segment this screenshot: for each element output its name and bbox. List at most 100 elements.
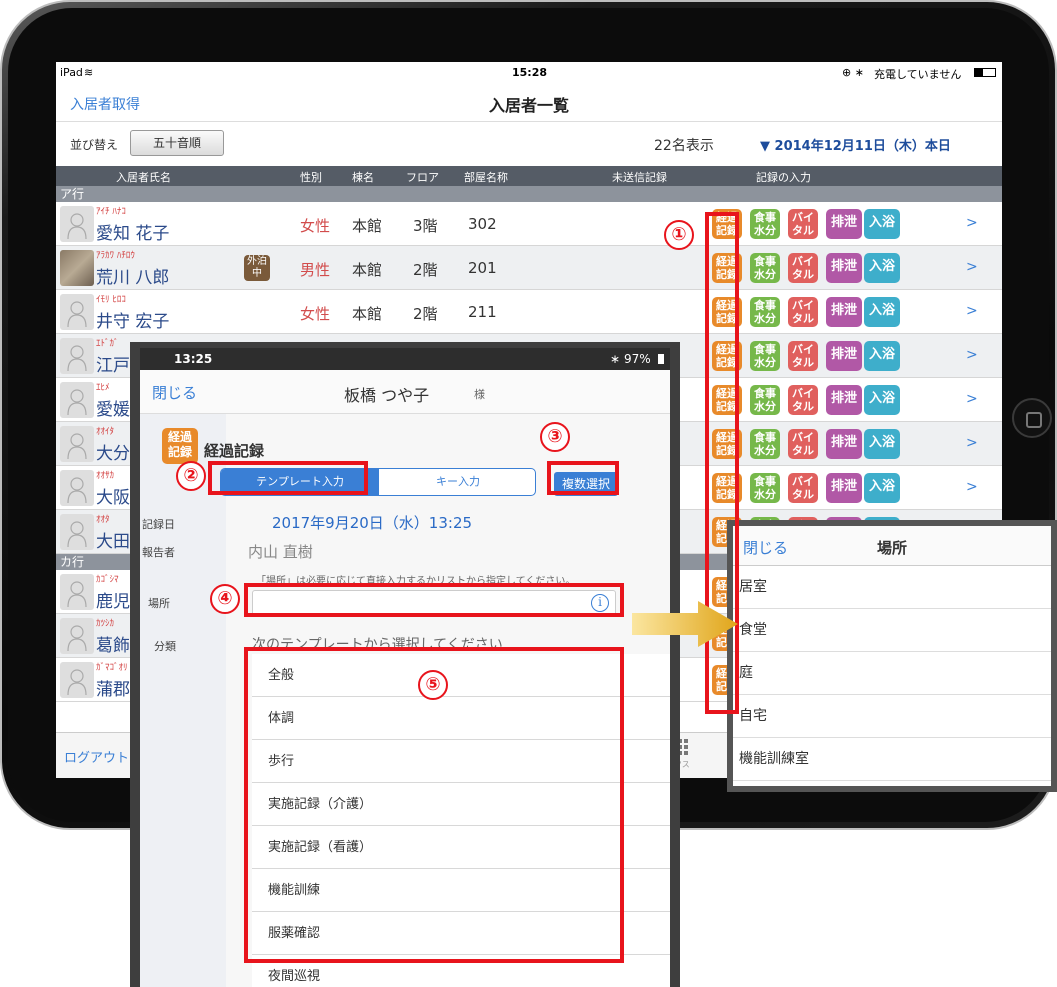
resident-room: 201	[468, 259, 497, 277]
vital-button[interactable]: バイタル	[788, 429, 818, 459]
vital-button[interactable]: バイタル	[788, 209, 818, 239]
sort-button[interactable]: 五十音順	[130, 130, 224, 156]
place-item[interactable]: 食堂	[733, 609, 1051, 652]
avatar	[60, 338, 94, 374]
annotation-box-2	[208, 461, 368, 495]
bathing-button[interactable]: 入浴	[864, 209, 900, 239]
reporter-label: 報告者	[142, 546, 175, 559]
meal-water-button[interactable]: 食事水分	[750, 297, 780, 327]
vital-button[interactable]: バイタル	[788, 473, 818, 503]
place-picker: 閉じる 場所 居室 食堂庭自宅 機能訓練室	[727, 520, 1057, 792]
excretion-button[interactable]: 排泄	[826, 253, 862, 283]
status-time: 15:28	[512, 66, 548, 79]
excretion-button[interactable]: 排泄	[826, 473, 862, 503]
excretion-button[interactable]: 排泄	[826, 209, 862, 239]
place-label: 場所	[148, 597, 170, 610]
bathing-button[interactable]: 入浴	[864, 341, 900, 371]
col-building: 棟名	[352, 171, 374, 184]
sort-bar: 並び替え 五十音順 22名表示 ▼ 2014年12月11日（木）本日	[56, 122, 1002, 166]
table-row[interactable]: ｱｲﾁ ﾊﾅｺ 愛知 花子 女性 本館 3階 302 経過 記録 食事 水分 バイ タル 排泄 入浴 >	[56, 202, 1002, 246]
resident-kana: ｱｲﾁ ﾊﾅｺ	[96, 207, 126, 217]
chevron-right-icon[interactable]: >	[966, 303, 978, 319]
meal-water-button[interactable]: 食事水分	[750, 341, 780, 371]
meal-water-button[interactable]: 食事水分	[750, 473, 780, 503]
place-item[interactable]: 自宅	[733, 695, 1051, 738]
bathing-button[interactable]: 入浴	[864, 473, 900, 503]
table-header: 入居者氏名 性別 棟名 フロア 部屋名称 未送信記録 記録の入力	[56, 166, 1002, 186]
excretion-button[interactable]: 排泄	[826, 429, 862, 459]
resident-building: 本館	[352, 261, 383, 279]
vital-button[interactable]: バイタル	[788, 297, 818, 327]
record-date-label: 記録日	[142, 518, 175, 531]
resident-kana: ｱﾗｶﾜ ﾊﾁﾛｳ	[96, 251, 135, 261]
resident-building: 本館	[352, 305, 383, 323]
avatar	[60, 662, 94, 698]
avatar	[60, 206, 94, 242]
resident-floor: 2階	[413, 261, 438, 279]
table-row[interactable]: ｲﾓﾘ ﾋﾛｺ 井守 宏子 女性 本館 2階 211 経過 記録 食事 水分 バイ タル 排泄 入浴 >	[56, 290, 1002, 334]
annotation-box-3	[547, 461, 619, 495]
resident-building: 本館	[352, 217, 383, 235]
excretion-button[interactable]: 排泄	[826, 385, 862, 415]
annotation-number-2: ②	[176, 461, 206, 491]
record-date-value[interactable]: 2017年9月20日（水）13:25	[272, 512, 472, 533]
place-item[interactable]: 居室	[733, 566, 1051, 609]
bluetooth-icon: ⊕ ∗	[842, 66, 864, 79]
date-selector[interactable]: ▼ 2014年12月11日（木）本日	[760, 135, 951, 154]
col-unsent: 未送信記録	[612, 171, 667, 184]
patient-honorific: 様	[474, 388, 485, 401]
chevron-right-icon[interactable]: >	[966, 435, 978, 451]
page-title: 入居者一覧	[488, 96, 569, 115]
chevron-right-icon[interactable]: >	[966, 215, 978, 231]
chevron-right-icon[interactable]: >	[966, 347, 978, 363]
meal-water-button[interactable]: 食事水分	[750, 253, 780, 283]
vital-button[interactable]: バイタル	[788, 385, 818, 415]
meal-water-button[interactable]: 食事水分	[750, 385, 780, 415]
overnight-badge: 外泊中	[244, 255, 270, 281]
vital-button[interactable]: バイタル	[788, 341, 818, 371]
excretion-button[interactable]: 排泄	[826, 297, 862, 327]
bathing-button[interactable]: 入浴	[864, 385, 900, 415]
chevron-right-icon[interactable]: >	[966, 479, 978, 495]
dialog-battery: 97%	[624, 352, 651, 366]
chevron-right-icon[interactable]: >	[966, 259, 978, 275]
resident-name: 井守 宏子	[96, 312, 170, 332]
meal-water-button[interactable]: 食事水分	[750, 209, 780, 239]
home-button[interactable]	[1012, 398, 1052, 438]
dialog-label-column	[140, 414, 226, 987]
excretion-button[interactable]: 排泄	[826, 341, 862, 371]
avatar	[60, 382, 94, 418]
table-row[interactable]: ｱﾗｶﾜ ﾊﾁﾛｳ 荒川 八郎 外泊中男性 本館 2階 201 経過 記録 食事 水分 バイ タル 排泄…	[56, 246, 1002, 290]
avatar	[60, 250, 94, 286]
tab-key-input[interactable]: キー入力	[379, 469, 535, 495]
logout-button[interactable]: ログアウト	[64, 747, 129, 766]
place-item[interactable]: 機能訓練室	[733, 738, 1051, 781]
grid-icon[interactable]	[678, 739, 694, 755]
dialog-status-bar: 13:25 ∗ 97%	[140, 348, 670, 370]
bathing-button[interactable]: 入浴	[864, 297, 900, 327]
place-item[interactable]: 庭	[733, 652, 1051, 695]
resident-floor: 3階	[413, 217, 438, 235]
status-bar: iPad ≋ 15:28 ⊕ ∗ 充電していません	[56, 62, 1002, 82]
arrow-icon	[632, 601, 738, 647]
resident-name: 大田	[96, 532, 130, 552]
device-label: iPad	[60, 66, 83, 79]
resident-kana: ｴﾋﾒ	[96, 383, 110, 393]
vital-button[interactable]: バイタル	[788, 253, 818, 283]
dialog-battery-icon	[658, 354, 664, 364]
chevron-right-icon[interactable]: >	[966, 391, 978, 407]
category-label: 分類	[154, 640, 176, 653]
bathing-button[interactable]: 入浴	[864, 429, 900, 459]
resident-count: 22名表示	[654, 138, 714, 154]
resident-name: 愛媛	[96, 400, 130, 420]
dialog-nav: 閉じる 板橋 つや子 様	[140, 370, 670, 414]
dialog-close-button[interactable]: 閉じる	[152, 382, 197, 403]
progress-record-icon: 経過 記録	[162, 428, 198, 464]
resident-name: 江戸	[96, 356, 130, 376]
nav-bar: 入居者取得 入居者一覧	[56, 82, 1002, 122]
meal-water-button[interactable]: 食事水分	[750, 429, 780, 459]
bathing-button[interactable]: 入浴	[864, 253, 900, 283]
avatar	[60, 618, 94, 654]
sort-label: 並び替え	[70, 138, 119, 152]
resident-name: 蒲郡	[96, 680, 130, 700]
